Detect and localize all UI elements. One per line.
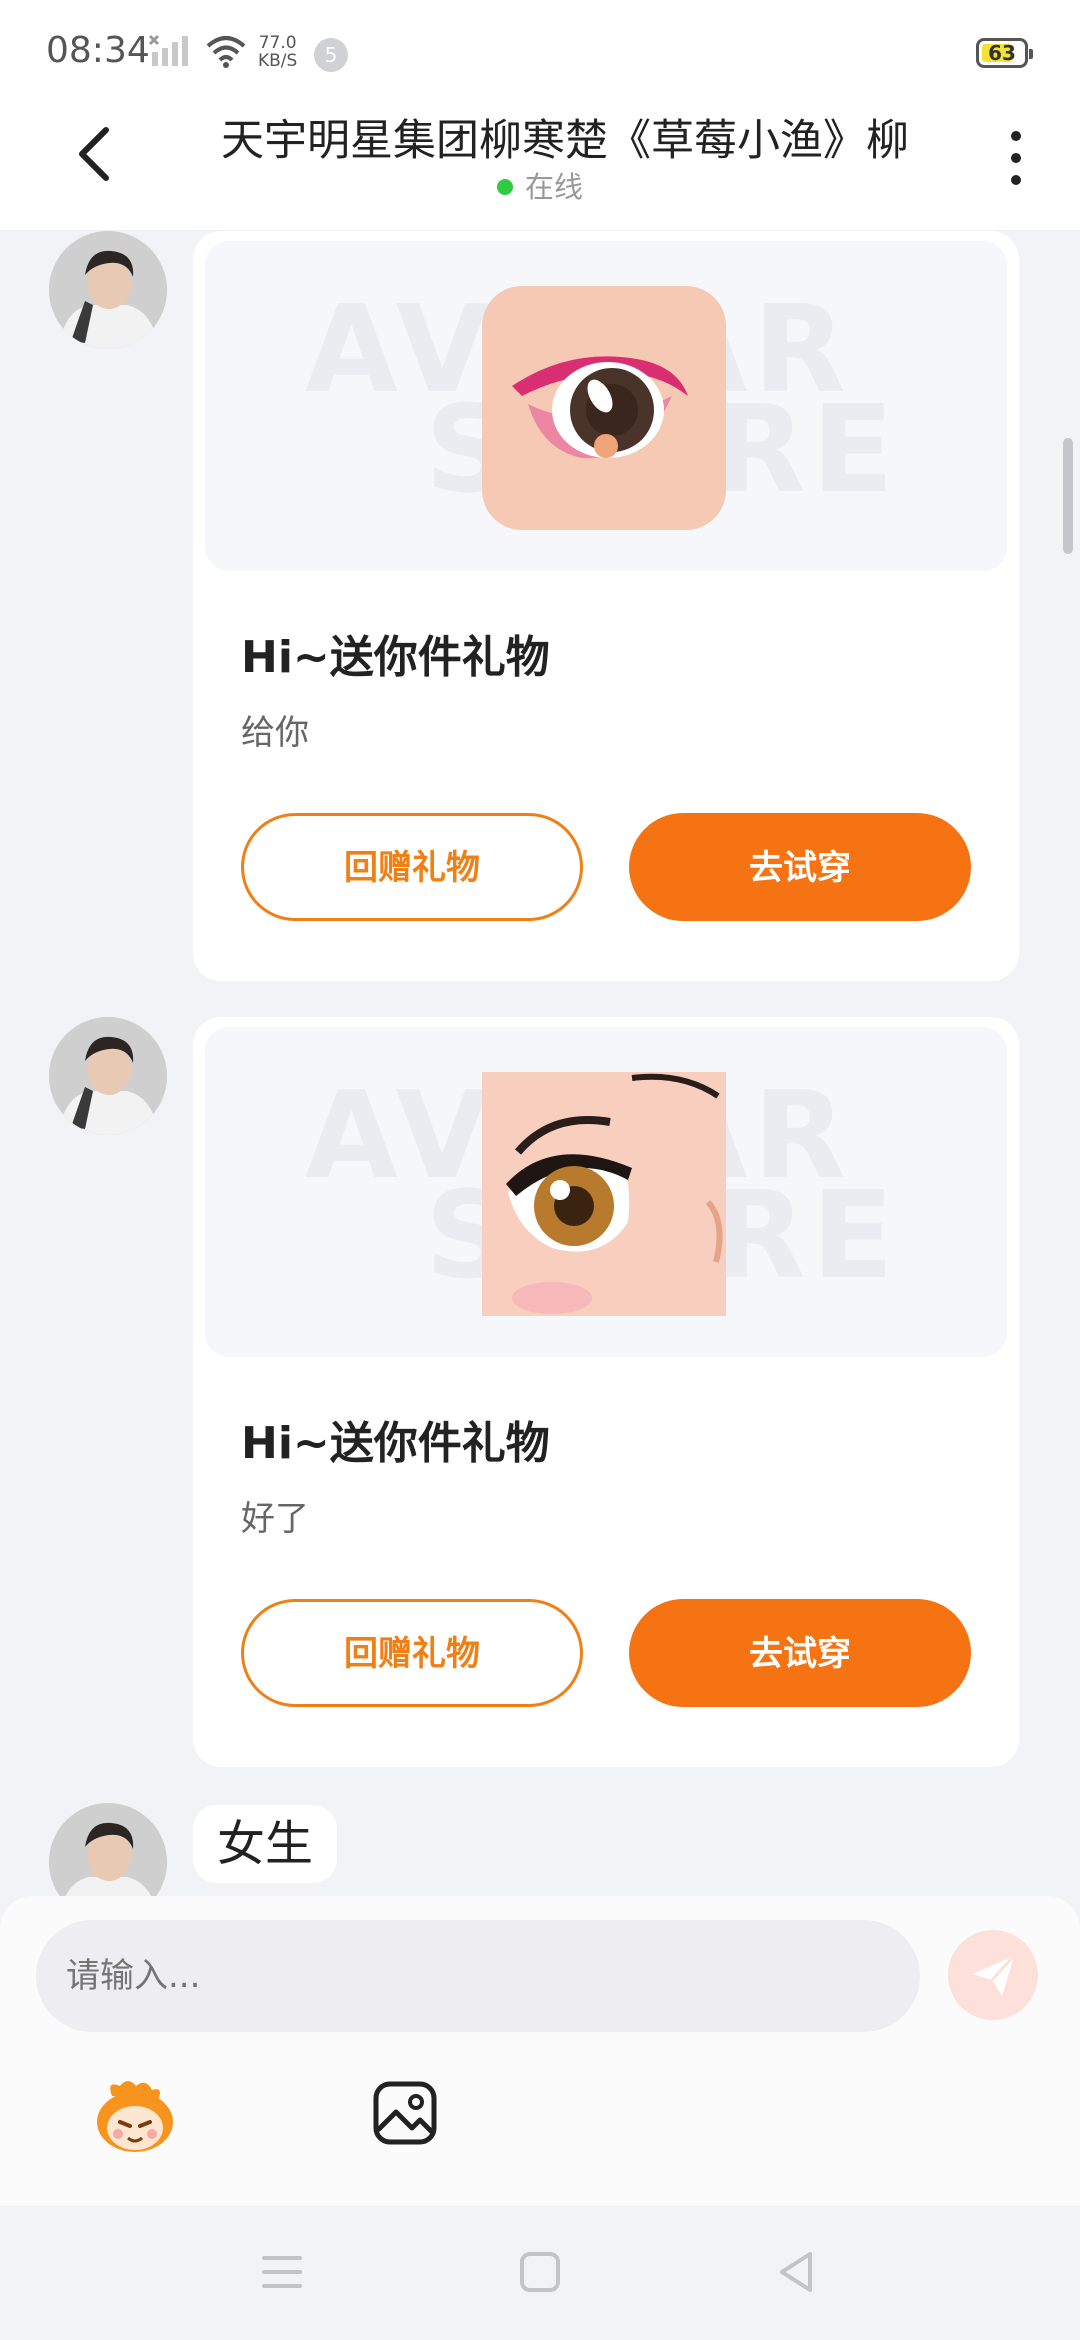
status-bar: 08:34 77.0 KB/S 5 63 — [0, 0, 1080, 100]
menu-icon[interactable] — [260, 2250, 304, 2294]
cellular-signal-icon — [148, 34, 188, 66]
sender-avatar[interactable] — [49, 1017, 167, 1135]
gift-item-image — [482, 1072, 726, 1316]
try-on-button[interactable]: 去试穿 — [629, 1599, 971, 1707]
gift-message: 给你 — [241, 713, 309, 753]
message-list[interactable]: AVATAR STORE Hi~送你件礼物 给你 回赠礼物 去试穿 — [0, 231, 1080, 1896]
text-message-bubble: 女生 — [193, 1805, 338, 1883]
scrollbar[interactable] — [1063, 438, 1073, 554]
network-speed-unit: KB/S — [258, 51, 298, 71]
try-on-button[interactable]: 去试穿 — [629, 813, 971, 921]
composer-panel — [0, 1896, 1080, 2206]
gift-title: Hi~送你件礼物 — [241, 1418, 550, 1469]
notification-count-badge: 5 — [314, 38, 348, 72]
online-status: 在线 — [0, 164, 1080, 206]
gift-message: 好了 — [241, 1499, 309, 1539]
system-navigation-bar — [0, 2206, 1080, 2340]
gift-preview: AVATAR STORE — [205, 241, 1007, 571]
online-status-text: 在线 — [524, 170, 583, 204]
chat-title: 天宇明星集团柳寒楚《草莓小渔》柳 — [221, 116, 909, 166]
wifi-icon — [206, 36, 246, 68]
status-time: 08:34 — [46, 30, 150, 71]
gift-title: Hi~送你件礼物 — [241, 632, 550, 683]
home-icon[interactable] — [518, 2250, 562, 2294]
sender-avatar[interactable] — [49, 231, 167, 349]
send-button[interactable] — [948, 1930, 1038, 2020]
more-options-icon[interactable] — [1004, 128, 1028, 188]
return-gift-button[interactable]: 回赠礼物 — [241, 1599, 583, 1707]
battery-level: 63 — [988, 41, 1016, 65]
gift-card: AVATAR STORE Hi~送你件礼物 好了 回赠礼物 去 — [193, 1017, 1019, 1767]
network-speed: 77.0 KB/S — [258, 34, 297, 70]
battery-icon: 63 — [976, 38, 1033, 68]
network-speed-value: 77.0 — [258, 33, 297, 53]
sender-avatar[interactable] — [49, 1803, 167, 1896]
message-input[interactable] — [36, 1920, 920, 2032]
chat-header: 天宇明星集团柳寒楚《草莓小渔》柳 在线 — [0, 100, 1080, 231]
send-icon — [972, 1954, 1016, 1996]
online-dot-icon — [496, 179, 513, 195]
gift-item-image — [482, 286, 726, 530]
image-icon[interactable] — [372, 2080, 438, 2146]
mascot-emoji-icon[interactable] — [92, 2076, 178, 2156]
gift-card: AVATAR STORE Hi~送你件礼物 给你 回赠礼物 去试穿 — [193, 231, 1019, 981]
return-gift-button[interactable]: 回赠礼物 — [241, 813, 583, 921]
gift-preview: AVATAR STORE — [205, 1027, 1007, 1357]
back-triangle-icon[interactable] — [774, 2250, 818, 2294]
